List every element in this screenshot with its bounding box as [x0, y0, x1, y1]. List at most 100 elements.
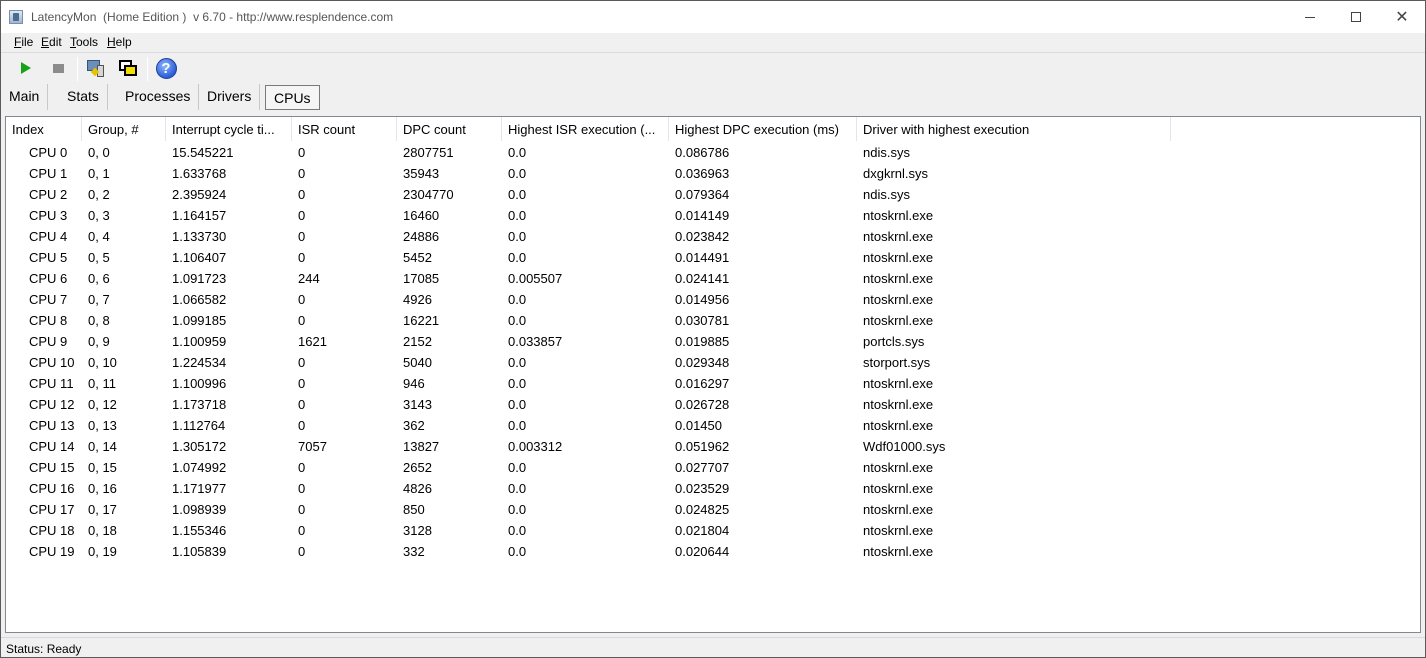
table-row[interactable]: CPU 16 0, 16 1.171977 0 4826 0.0 0.023529 ntosk…	[6, 478, 1420, 499]
toolbar-separator	[147, 57, 148, 81]
cell-dpc-count: 2807751	[403, 145, 454, 160]
cell-interrupt-cycle-time: 1.133730	[172, 229, 227, 244]
computer-info-button[interactable]	[84, 56, 108, 80]
stop-monitor-button[interactable]	[46, 56, 70, 80]
cell-highest-dpc: 0.020644	[675, 544, 730, 559]
menu-file[interactable]: File	[14, 35, 33, 49]
menu-bar: File Edit Tools Help	[1, 33, 1425, 53]
cell-interrupt-cycle-time: 1.098939	[172, 502, 227, 517]
close-button[interactable]: ✕	[1379, 1, 1425, 33]
windows-button[interactable]	[116, 56, 140, 80]
cell-interrupt-cycle-time: 15.545221	[172, 145, 234, 160]
cell-dpc-count: 24886	[403, 229, 440, 244]
cell-isr-count: 0	[298, 355, 306, 370]
cell-driver: ntoskrnl.exe	[863, 460, 934, 475]
cell-group: 0, 12	[88, 397, 117, 412]
cell-highest-isr: 0.0	[508, 250, 527, 265]
cell-highest-isr: 0.003312	[508, 439, 563, 454]
cell-interrupt-cycle-time: 1.171977	[172, 481, 227, 496]
cell-dpc-count: 850	[403, 502, 425, 517]
cell-isr-count: 0	[298, 523, 306, 538]
cell-index: CPU 19	[29, 544, 75, 559]
cell-isr-count: 0	[298, 208, 306, 223]
cell-isr-count: 0	[298, 292, 306, 307]
maximize-button[interactable]	[1333, 1, 1379, 33]
cell-isr-count: 0	[298, 376, 306, 391]
cell-isr-count: 0	[298, 502, 306, 517]
table-row[interactable]: CPU 2 0, 2 2.395924 0 2304770 0.0 0.079364 ndis…	[6, 184, 1420, 205]
help-icon: ?	[155, 57, 177, 79]
cell-highest-isr: 0.005507	[508, 271, 563, 286]
start-monitor-button[interactable]	[14, 56, 38, 80]
table-row[interactable]: CPU 8 0, 8 1.099185 0 16221 0.0 0.030781 ntoskr…	[6, 310, 1420, 331]
cell-isr-count: 0	[298, 418, 306, 433]
cell-highest-dpc: 0.019885	[675, 334, 730, 349]
table-row[interactable]: CPU 0 0, 0 15.545221 0 2807751 0.0 0.086786 ndi…	[6, 142, 1420, 163]
table-row[interactable]: CPU 5 0, 5 1.106407 0 5452 0.0 0.014491 ntoskrn…	[6, 247, 1420, 268]
latencymon-app-icon[interactable]	[9, 10, 23, 24]
table-row[interactable]: CPU 11 0, 11 1.100996 0 946 0.0 0.016297 ntoskr…	[6, 373, 1420, 394]
title-bar[interactable]: LatencyMon (Home Edition ) v 6.70 - http…	[1, 1, 1425, 33]
cell-index: CPU 2	[29, 187, 68, 202]
cell-highest-dpc: 0.036963	[675, 166, 730, 181]
table-row[interactable]: CPU 9 0, 9 1.100959 1621 2152 0.033857 0.01988…	[6, 331, 1420, 352]
tab-stats[interactable]: Stats	[59, 84, 108, 110]
help-button[interactable]: ?	[154, 56, 178, 80]
table-row[interactable]: CPU 10 0, 10 1.224534 0 5040 0.0 0.029348 storp…	[6, 352, 1420, 373]
cell-driver: ntoskrnl.exe	[863, 313, 934, 328]
column-header-highest-isr-execution[interactable]: Highest ISR execution (...	[502, 117, 669, 141]
cell-index: CPU 15	[29, 460, 75, 475]
cell-dpc-count: 362	[403, 418, 425, 433]
column-header-index[interactable]: Index	[6, 117, 82, 141]
close-icon: ✕	[1395, 7, 1409, 26]
cell-isr-count: 0	[298, 250, 306, 265]
table-row[interactable]: CPU 7 0, 7 1.066582 0 4926 0.0 0.014956 ntoskrn…	[6, 289, 1420, 310]
menu-edit[interactable]: Edit	[41, 35, 62, 49]
play-icon	[21, 62, 31, 74]
menu-tools[interactable]: Tools	[70, 35, 98, 49]
tab-cpus[interactable]: CPUs	[265, 85, 320, 110]
cell-interrupt-cycle-time: 1.112764	[172, 418, 226, 433]
table-row[interactable]: CPU 1 0, 1 1.633768 0 35943 0.0 0.036963 dxgkrn…	[6, 163, 1420, 184]
table-row[interactable]: CPU 18 0, 18 1.155346 0 3128 0.0 0.021804 ntosk…	[6, 520, 1420, 541]
cell-highest-isr: 0.0	[508, 418, 527, 433]
table-row[interactable]: CPU 17 0, 17 1.098939 0 850 0.0 0.024825 ntoskr…	[6, 499, 1420, 520]
cell-index: CPU 0	[29, 145, 68, 160]
cell-highest-isr: 0.0	[508, 292, 527, 307]
cell-highest-dpc: 0.051962	[675, 439, 730, 454]
tab-processes[interactable]: Processes	[117, 84, 200, 110]
table-row[interactable]: CPU 19 0, 19 1.105839 0 332 0.0 0.020644 ntoskr…	[6, 541, 1420, 562]
table-row[interactable]: CPU 4 0, 4 1.133730 0 24886 0.0 0.023842 ntoskr…	[6, 226, 1420, 247]
minimize-button[interactable]	[1287, 1, 1333, 33]
column-header-driver-highest-execution[interactable]: Driver with highest execution	[857, 117, 1171, 141]
cell-index: CPU 5	[29, 250, 68, 265]
cell-interrupt-cycle-time: 1.099185	[172, 313, 227, 328]
cell-dpc-count: 35943	[403, 166, 440, 181]
table-row[interactable]: CPU 3 0, 3 1.164157 0 16460 0.0 0.014149 ntoskr…	[6, 205, 1420, 226]
cell-highest-dpc: 0.021804	[675, 523, 730, 538]
cell-index: CPU 16	[29, 481, 75, 496]
cell-isr-count: 0	[298, 544, 306, 559]
column-header-highest-dpc-execution[interactable]: Highest DPC execution (ms)	[669, 117, 857, 141]
table-row[interactable]: CPU 15 0, 15 1.074992 0 2652 0.0 0.027707 ntosk…	[6, 457, 1420, 478]
cpu-list-view[interactable]: Index Group, # Interrupt cycle ti... ISR…	[5, 116, 1421, 633]
cell-group: 0, 11	[88, 376, 116, 391]
column-header-dpc-count[interactable]: DPC count	[397, 117, 502, 141]
cell-isr-count: 0	[298, 187, 306, 202]
cell-group: 0, 5	[88, 250, 110, 265]
tab-main[interactable]: Main	[1, 84, 49, 110]
column-header-isr-count[interactable]: ISR count	[292, 117, 397, 141]
cell-highest-isr: 0.0	[508, 460, 527, 475]
cell-interrupt-cycle-time: 1.164157	[172, 208, 227, 223]
table-row[interactable]: CPU 14 0, 14 1.305172 7057 13827 0.003312 0.05…	[6, 436, 1420, 457]
tab-drivers[interactable]: Drivers	[199, 84, 261, 110]
table-row[interactable]: CPU 6 0, 6 1.091723 244 17085 0.005507 0.02414…	[6, 268, 1420, 289]
column-header-interrupt-cycle-time[interactable]: Interrupt cycle ti...	[166, 117, 292, 141]
column-header-group[interactable]: Group, #	[82, 117, 166, 141]
table-row[interactable]: CPU 13 0, 13 1.112764 0 362 0.0 0.01450 ntoskrn…	[6, 415, 1420, 436]
cell-interrupt-cycle-time: 2.395924	[172, 187, 227, 202]
table-row[interactable]: CPU 12 0, 12 1.173718 0 3143 0.0 0.026728 ntosk…	[6, 394, 1420, 415]
cell-index: CPU 17	[29, 502, 75, 517]
tab-strip: Main Stats Processes Drivers CPUs	[1, 84, 1425, 111]
menu-help[interactable]: Help	[107, 35, 132, 49]
